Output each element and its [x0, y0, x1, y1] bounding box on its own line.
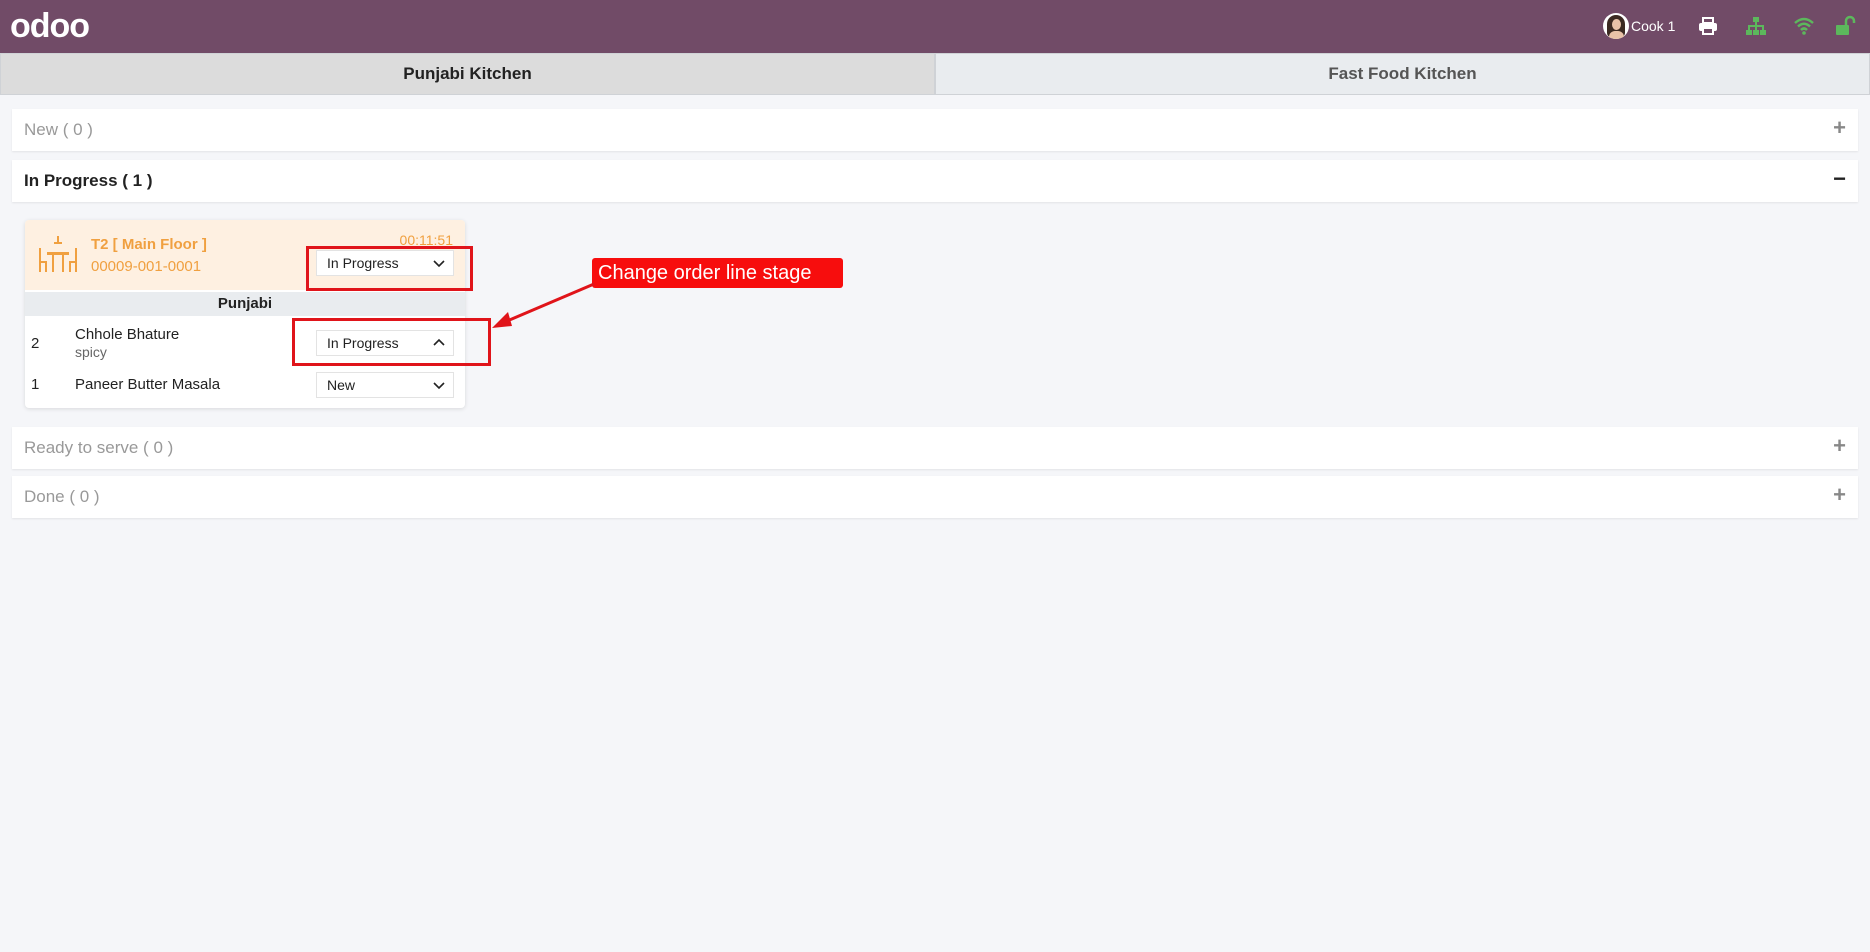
annotation-callout: Change order line stage — [592, 258, 843, 288]
line-product-name: Paneer Butter Masala — [75, 376, 221, 393]
highlight-order-stage — [306, 246, 473, 291]
highlight-line-stage — [292, 318, 491, 366]
line-product-name: Chhole Bhature — [75, 326, 180, 343]
order-reference: 00009-001-0001 — [91, 258, 202, 275]
wifi-icon[interactable] — [1793, 15, 1815, 37]
section-title: Ready to serve ( 0 ) — [24, 438, 174, 457]
line-note: spicy — [75, 344, 107, 360]
tab-fast-food-kitchen[interactable]: Fast Food Kitchen — [935, 53, 1870, 95]
printer-icon[interactable] — [1697, 15, 1719, 37]
line-stage-select[interactable]: New — [316, 372, 454, 398]
expand-icon[interactable]: + — [1833, 435, 1846, 457]
avatar — [1603, 13, 1629, 39]
chevron-down-icon — [433, 382, 445, 390]
expand-icon[interactable]: + — [1833, 484, 1846, 506]
section-new[interactable]: New ( 0 ) + — [12, 109, 1858, 151]
order-table: T2 [ Main Floor ] — [91, 236, 207, 253]
section-in-progress[interactable]: In Progress ( 1 ) − — [12, 160, 1858, 202]
user-menu[interactable]: Cook 1 — [1603, 13, 1675, 39]
line-qty: 2 — [31, 335, 40, 352]
section-title: New ( 0 ) — [24, 120, 93, 139]
dining-table-icon — [39, 236, 77, 272]
section-title: In Progress ( 1 ) — [24, 171, 153, 190]
sitemap-icon[interactable] — [1745, 15, 1767, 37]
section-title: Done ( 0 ) — [24, 487, 100, 506]
kitchen-tabs: Punjabi Kitchen Fast Food Kitchen — [0, 53, 1870, 95]
annotation-arrow — [492, 282, 595, 328]
collapse-icon[interactable]: − — [1833, 168, 1846, 190]
section-done[interactable]: Done ( 0 ) + — [12, 476, 1858, 518]
unlock-icon[interactable] — [1834, 15, 1856, 37]
top-bar: odoo Cook 1 — [0, 0, 1870, 53]
section-ready-to-serve[interactable]: Ready to serve ( 0 ) + — [12, 427, 1858, 469]
expand-icon[interactable]: + — [1833, 117, 1846, 139]
odoo-logo: odoo — [10, 7, 90, 45]
tab-punjabi-kitchen[interactable]: Punjabi Kitchen — [0, 53, 935, 95]
line-qty: 1 — [31, 376, 40, 393]
category-header: Punjabi — [25, 292, 465, 316]
user-name: Cook 1 — [1631, 18, 1676, 34]
line-stage-value: New — [327, 377, 356, 393]
